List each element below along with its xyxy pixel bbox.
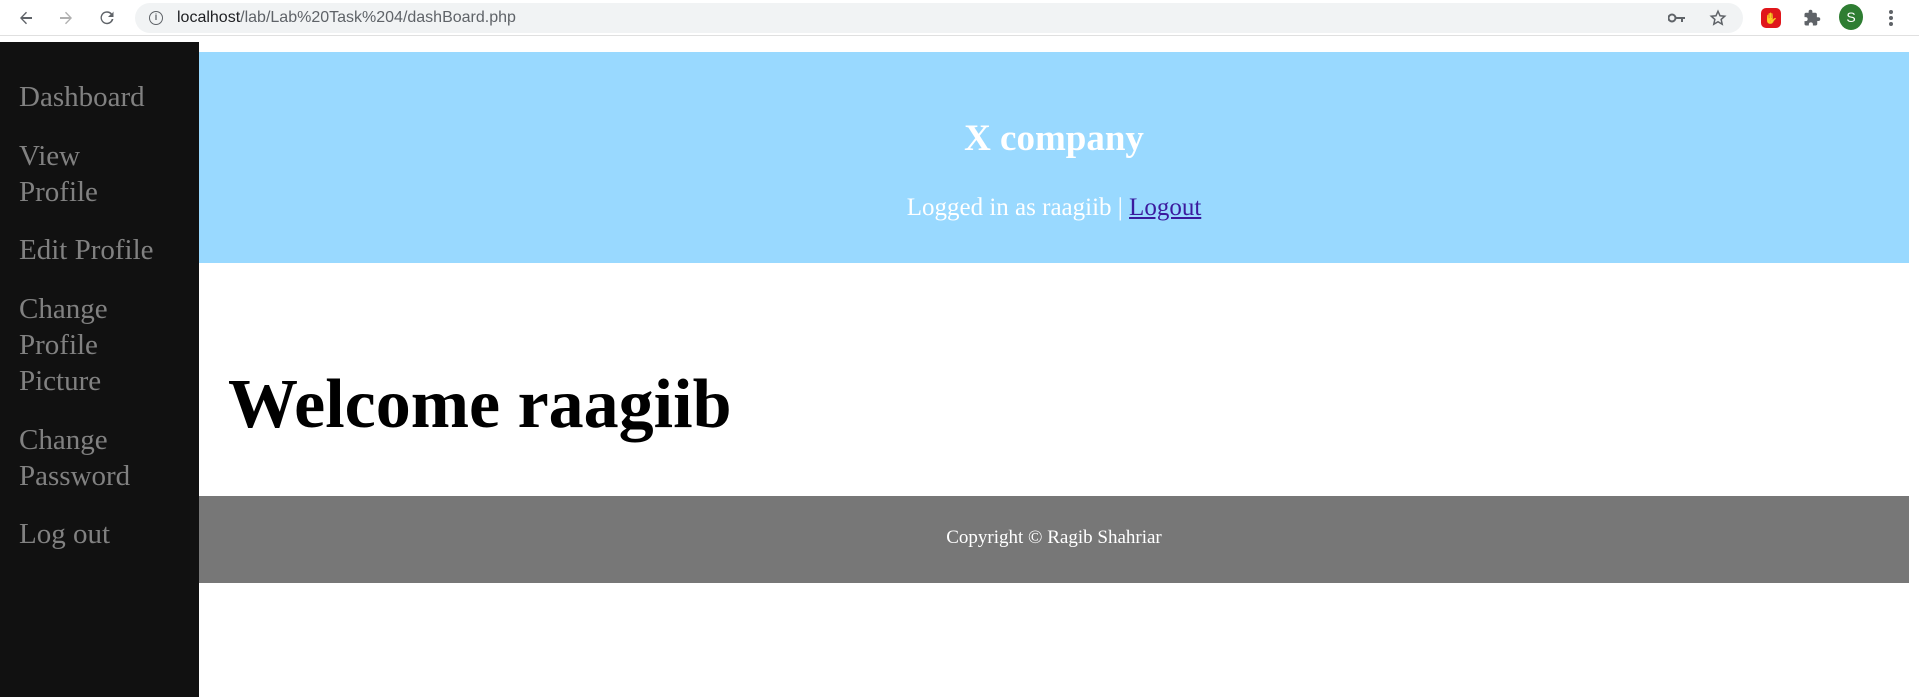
page-header: X company Logged in as raagiib | Logout xyxy=(199,52,1909,263)
kebab-menu-icon[interactable] xyxy=(1879,6,1903,30)
address-bar[interactable]: i localhost/lab/Lab%20Task%204/dashBoard… xyxy=(135,3,1743,33)
profile-avatar[interactable]: S xyxy=(1839,4,1863,30)
sidebar-item-change-profile-picture[interactable]: Change Profile Picture xyxy=(19,291,139,399)
sidebar-item-log-out[interactable]: Log out xyxy=(19,516,194,552)
reload-icon[interactable] xyxy=(95,6,119,30)
puzzle-icon[interactable] xyxy=(1800,6,1824,30)
url-text[interactable]: localhost/lab/Lab%20Task%204/dashBoard.p… xyxy=(177,9,516,27)
forward-icon[interactable] xyxy=(54,6,78,30)
logout-link[interactable]: Logout xyxy=(1129,194,1201,221)
sidebar-item-edit-profile[interactable]: Edit Profile xyxy=(19,232,194,268)
logged-in-text: Logged in as raagiib | xyxy=(906,194,1123,221)
login-status: Logged in as raagiib | Logout xyxy=(199,194,1909,222)
info-icon[interactable]: i xyxy=(149,11,163,25)
sidebar-item-dashboard[interactable]: Dashboard xyxy=(19,79,194,115)
company-title: X company xyxy=(964,118,1144,159)
welcome-heading: Welcome raagiib xyxy=(228,366,732,443)
sidebar: Dashboard View Profile Edit Profile Chan… xyxy=(0,42,199,697)
sidebar-item-view-profile[interactable]: View Profile xyxy=(19,138,139,210)
browser-toolbar: i localhost/lab/Lab%20Task%204/dashBoard… xyxy=(0,0,1919,36)
back-icon[interactable] xyxy=(14,6,38,30)
adblock-icon[interactable]: ✋ xyxy=(1759,6,1783,30)
key-icon[interactable] xyxy=(1667,8,1687,28)
page-footer: Copyright © Ragib Shahriar xyxy=(199,496,1909,583)
copyright-text: Copyright © Ragib Shahriar xyxy=(946,527,1162,548)
sidebar-item-change-password[interactable]: Change Password xyxy=(19,422,169,494)
star-icon[interactable] xyxy=(1708,8,1728,28)
